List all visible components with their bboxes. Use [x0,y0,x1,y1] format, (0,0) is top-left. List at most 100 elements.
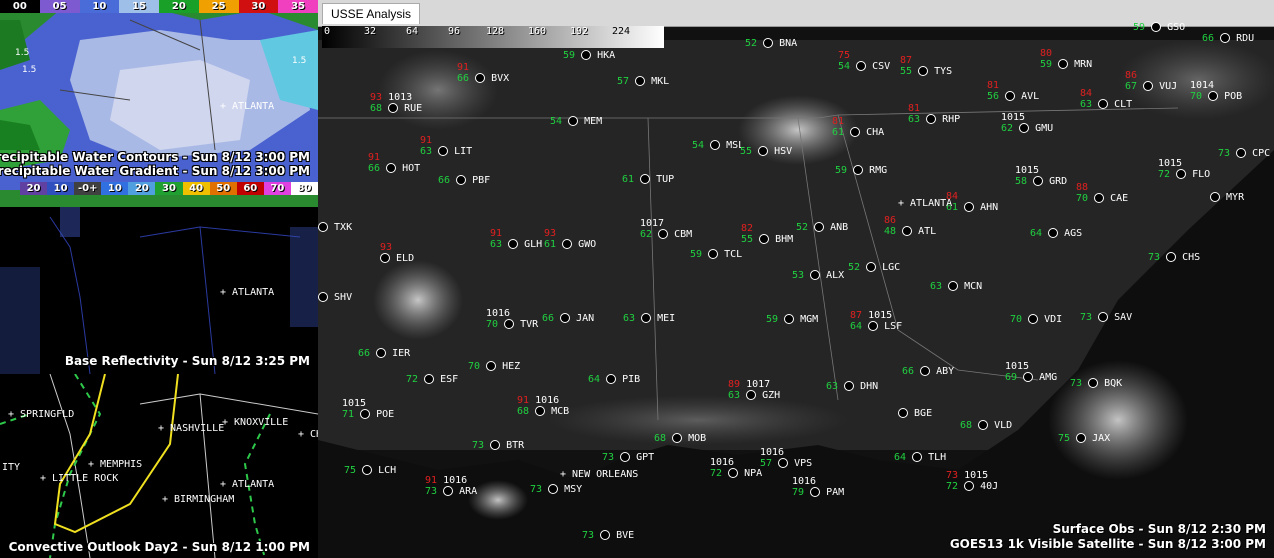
station-id: ELD [396,253,415,264]
city-atlanta: + ATLANTA [220,101,275,112]
sky-cover-icon [535,406,546,416]
station-id: ANB [830,222,849,233]
station-id: BVX [491,73,510,84]
station-bqk: 73 BQK [1070,378,1122,389]
sky-cover-icon [380,253,390,263]
station-mcb: 91 1016 68 MCB [517,395,569,417]
station-dewpoint: 62 [1001,123,1014,134]
sky-cover-icon [1220,33,1231,43]
station-id: BHM [775,234,794,245]
precipitable-water-panel[interactable]: 00 05 10 15 20 25 30 35 1.5 1.5 1.5 + ATLANTA r… [0,0,318,207]
station-temp: 84 [1080,88,1093,99]
contour-label: 1.5 [15,48,30,58]
station-temp: 91 [457,62,470,73]
station-temp: 91 [368,152,381,163]
station-lit: 91 63 LIT [420,135,472,157]
base-reflectivity-panel[interactable]: + ATLANTA Base Reflectivity - Sun 8/12 3… [0,207,318,374]
gray-scale-tick: 64 [406,26,419,37]
station-dewpoint: 63 [908,114,921,125]
sky-cover-icon [898,408,908,418]
station-hsv: 55 HSV [740,146,792,157]
sky-cover-icon [486,361,497,371]
station-id: PBF [472,175,491,186]
station-id: HEZ [502,361,521,372]
station-dewpoint: 66 [438,175,451,186]
station-id: ABY [936,366,955,377]
station-lch: 75 LCH [344,465,396,476]
sky-cover-icon [918,66,929,76]
station-dewpoint: 59 [766,314,779,325]
station-id: MEI [657,313,676,324]
station-mkl: 57 MKL [617,76,669,87]
reflectivity-title: Base Reflectivity - Sun 8/12 3:25 PM [64,354,310,368]
tab-usse-analysis[interactable]: USSE Analysis [322,3,421,24]
station-dewpoint: 73 [1218,148,1231,159]
station-myr: MYR [1210,192,1244,203]
station-npa: 1016 72 NPA [710,457,762,479]
station-id: MSY [564,484,583,495]
scale-tick: 20 [20,182,48,195]
station-alx: 53 ALX [792,270,844,281]
station-dhn: 63 DHN [826,381,878,392]
station-jan: 66 JAN [542,313,594,324]
station-mrn: 80 59 MRN [1040,48,1092,70]
station-temp: 87 [900,55,913,66]
station-id: JAX [1092,433,1111,444]
station-pressure: 1017 [746,379,771,390]
station-id: GSO [1167,22,1186,33]
station-id: JAN [576,313,595,324]
station-id: MGM [800,314,819,325]
station-tvr: 1016 70 TVR [486,308,538,330]
station-dewpoint: 72 [1158,169,1171,180]
station-id: CHS [1182,252,1201,263]
station-dewpoint: 66 [457,73,470,84]
station-dewpoint: 72 [406,374,419,385]
satellite-title: GOES13 1k Visible Satellite - Sun 8/12 3… [949,537,1266,551]
sky-cover-icon [964,202,975,212]
surface-obs-title: Surface Obs - Sun 8/12 2:30 PM [1052,522,1266,536]
station-eld: 93 ELD [380,242,414,264]
station-shv: SHV [318,292,352,303]
sky-cover-icon [746,390,757,400]
gray-scale-tick: 160 [528,26,547,37]
station-dewpoint: 73 [1148,252,1161,263]
station-dewpoint: 59 [1040,59,1053,70]
station-dewpoint: 55 [740,146,753,157]
station-temp: 81 [832,116,845,127]
sky-cover-icon [850,127,861,137]
station-id: LGC [882,262,901,273]
station-id: CLT [1114,99,1133,110]
station-rhp: 81 63 RHP [908,103,960,125]
station-id: GMU [1035,123,1054,134]
station-gpt: 73 GPT [602,452,654,463]
convective-outlook-panel[interactable]: + SPRINGFLD + NASHVILLE + KNOXVILLE + ME… [0,374,318,558]
station-dewpoint: 73 [602,452,615,463]
sky-cover-icon [1005,91,1016,101]
scale-tick: 30 [238,0,279,13]
station-dewpoint: 61 [622,174,635,185]
sky-cover-icon [814,222,825,232]
outlook-title: Convective Outlook Day2 - Sun 8/12 1:00 … [8,540,310,554]
station-id: TUP [656,174,675,185]
station-id: BTR [506,440,525,451]
city-little-rock: + LITTLE ROCK [40,473,119,484]
station-temp: 86 [1125,70,1138,81]
station-id: GLH [524,239,543,250]
station-dewpoint: 72 [946,481,959,492]
station-dewpoint: 63 [1080,99,1093,110]
sky-cover-icon [778,458,789,468]
station-esf: 72 ESF [406,374,458,385]
station-pob: 1014 70 POB [1190,80,1242,102]
station-cbm: 1017 62 CBM [640,218,692,240]
sky-cover-icon [318,292,328,302]
station-id: FLO [1192,169,1211,180]
station-txk: TXK [318,222,352,233]
station-lgc: 52 LGC [848,262,900,273]
station-vps: 1016 57 VPS [760,447,812,469]
station-temp: 87 [850,310,863,321]
scale-tick: 15 [119,0,159,13]
station-mgm: 59 MGM [766,314,818,325]
sky-cover-icon [1143,81,1154,91]
sky-cover-icon [456,175,467,185]
city-nashville: + NASHVILLE [158,423,225,434]
